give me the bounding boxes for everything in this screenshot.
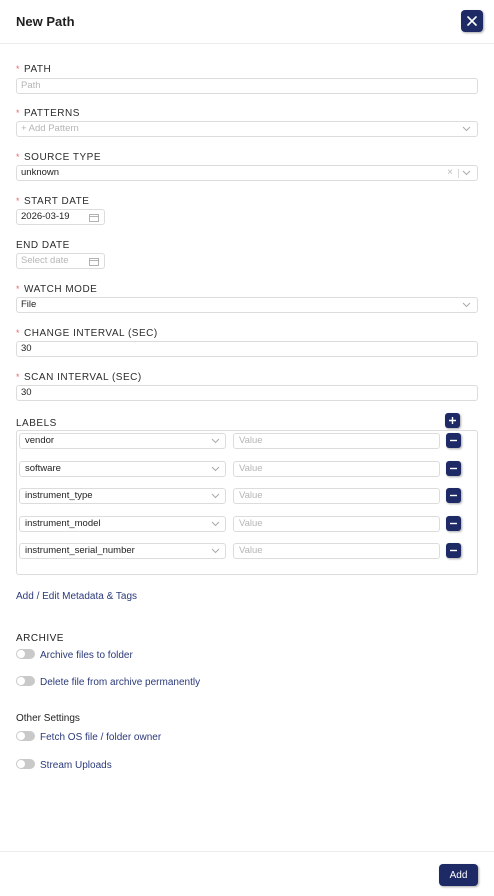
start-date-value: 2026-03-19 xyxy=(21,211,70,222)
calendar-icon xyxy=(89,258,99,266)
archive-files-toggle[interactable] xyxy=(16,649,35,659)
label-value-input[interactable]: Value xyxy=(233,433,440,449)
remove-label-button[interactable] xyxy=(446,488,461,503)
edit-metadata-link[interactable]: Add / Edit Metadata & Tags xyxy=(16,591,137,602)
chevron-down-icon xyxy=(211,438,220,444)
start-date-label: * START DATE xyxy=(16,196,90,207)
end-date-picker[interactable]: Select date xyxy=(16,253,105,269)
scan-interval-input[interactable]: 30 xyxy=(16,385,478,401)
modal-footer xyxy=(0,851,494,896)
stream-uploads-toggle[interactable] xyxy=(16,759,35,769)
label-key-select[interactable]: instrument_serial_number xyxy=(19,543,226,559)
label-key-select[interactable]: instrument_type xyxy=(19,488,226,504)
label-value-input[interactable]: Value xyxy=(233,543,440,559)
minus-icon xyxy=(450,494,457,497)
watch-mode-label: * WATCH MODE xyxy=(16,284,98,295)
chevron-down-icon xyxy=(211,466,220,472)
label-value-input[interactable]: Value xyxy=(233,461,440,477)
label-value-input[interactable]: Value xyxy=(233,516,440,532)
modal-title: New Path xyxy=(16,14,75,29)
minus-icon xyxy=(450,467,457,470)
chevron-down-icon xyxy=(211,493,220,499)
source-type-select[interactable]: unknown × xyxy=(16,165,478,181)
remove-label-button[interactable] xyxy=(446,543,461,558)
chevron-down-icon xyxy=(211,521,220,527)
minus-icon xyxy=(450,549,457,552)
minus-icon xyxy=(450,522,457,525)
add-button[interactable]: Add xyxy=(439,864,478,886)
source-type-label: * SOURCE TYPE xyxy=(16,152,102,163)
remove-label-button[interactable] xyxy=(446,461,461,476)
labels-title: LABELS xyxy=(16,418,57,429)
delete-archive-label: Delete file from archive permanently xyxy=(40,677,201,688)
patterns-select[interactable]: + Add Pattern xyxy=(16,121,478,137)
watch-mode-value: File xyxy=(21,299,37,310)
label-value-input[interactable]: Value xyxy=(233,488,440,504)
other-settings-title: Other Settings xyxy=(16,713,80,724)
close-button[interactable] xyxy=(461,10,483,32)
change-interval-label: * CHANGE INTERVAL (SEC) xyxy=(16,328,158,339)
fetch-owner-toggle[interactable] xyxy=(16,731,35,741)
archive-section-title: ARCHIVE xyxy=(16,633,64,644)
modal-header: New Path xyxy=(0,0,494,44)
end-date-placeholder: Select date xyxy=(21,255,69,266)
end-date-label: END DATE xyxy=(16,240,70,251)
chevron-down-icon xyxy=(462,170,471,176)
chevron-down-icon xyxy=(462,302,471,308)
chevron-down-icon xyxy=(462,126,471,132)
plus-icon xyxy=(449,417,456,424)
watch-mode-select[interactable]: File xyxy=(16,297,478,313)
required-mark: * xyxy=(16,64,21,74)
add-label-button[interactable] xyxy=(445,413,460,428)
close-icon xyxy=(467,16,477,26)
remove-label-button[interactable] xyxy=(446,516,461,531)
fetch-owner-label: Fetch OS file / folder owner xyxy=(40,732,162,743)
calendar-icon xyxy=(89,214,99,222)
archive-files-label: Archive files to folder xyxy=(40,650,133,661)
patterns-label: * PATTERNS xyxy=(16,108,80,119)
label-key-select[interactable]: instrument_model xyxy=(19,516,226,532)
select-separator xyxy=(458,169,459,178)
path-input[interactable]: Path xyxy=(16,78,478,94)
chevron-down-icon xyxy=(211,548,220,554)
patterns-placeholder: + Add Pattern xyxy=(21,123,79,134)
scan-interval-label: * SCAN INTERVAL (SEC) xyxy=(16,372,142,383)
change-interval-input[interactable]: 30 xyxy=(16,341,478,357)
remove-label-button[interactable] xyxy=(446,433,461,448)
label-key-select[interactable]: software xyxy=(19,461,226,477)
source-type-value: unknown xyxy=(21,167,60,178)
label-key-select[interactable]: vendor xyxy=(19,433,226,449)
minus-icon xyxy=(450,439,457,442)
delete-archive-toggle[interactable] xyxy=(16,676,35,686)
stream-uploads-label: Stream Uploads xyxy=(40,760,112,771)
clear-icon[interactable]: × xyxy=(447,166,453,180)
path-label: * PATH xyxy=(16,64,52,75)
start-date-picker[interactable]: 2026-03-19 xyxy=(16,209,105,225)
